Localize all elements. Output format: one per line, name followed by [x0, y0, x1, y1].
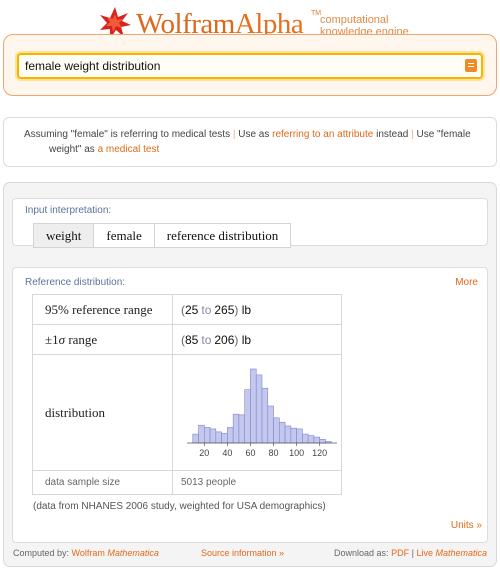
reference-distribution-pod: Reference distribution: More 95% referen… [12, 267, 488, 543]
label-suffix: range [65, 331, 98, 347]
source-information-link[interactable]: Source information » [201, 548, 284, 558]
reference-table: 95% reference range (25 to 265) lb ±1σ ran… [32, 294, 342, 495]
histogram-bar [204, 427, 211, 444]
histogram-bar [255, 374, 263, 444]
x-tick-label: 60 [245, 448, 255, 458]
x-tick-label: 20 [199, 448, 209, 458]
to-word: to [201, 302, 212, 317]
paren-close: ) [234, 332, 239, 347]
histogram-bar [284, 425, 292, 444]
range-high: 265 [214, 302, 235, 317]
histogram-bar [267, 405, 274, 444]
use-female-text: Use "female [416, 129, 471, 140]
interpretation-table: weight female reference distribution [33, 223, 292, 248]
row-value: (85 to 206) lb [172, 324, 342, 355]
computed-by: Computed by: Wolfram Mathematica [13, 548, 159, 558]
row-value: 5013 people [172, 470, 342, 495]
table-row: 95% reference range (25 to 265) lb [32, 294, 342, 325]
more-button[interactable]: More [455, 277, 478, 288]
assumption-line-1: Assuming "female" is referring to medica… [24, 129, 471, 140]
table-row: distribution 20 40 60 80 100 120 [32, 354, 342, 471]
download-as-label: Download as: [334, 548, 389, 558]
histogram-bar [238, 414, 245, 444]
separator: | [230, 129, 239, 140]
histogram-bar [313, 436, 320, 444]
histogram-bar [221, 433, 228, 444]
histogram-bar [302, 433, 309, 444]
histogram-bar [227, 427, 234, 444]
histogram-bar [215, 431, 222, 444]
paren-close: ) [234, 302, 239, 317]
histogram-bar [209, 428, 217, 444]
to-word: to [201, 332, 212, 347]
table-row: ±1σ range (85 to 206) lb [32, 324, 342, 355]
download-as: Download as: PDF | Live Mathematica [334, 548, 487, 558]
histogram-bar [198, 424, 205, 444]
histogram-bar [244, 389, 251, 444]
use-as-medical-test-link[interactable]: a medical test [98, 144, 160, 155]
histogram-bar [192, 433, 199, 444]
histogram-bar [319, 439, 326, 444]
row-label: data sample size [32, 470, 173, 495]
histogram-bar [261, 387, 269, 444]
label-prefix: ±1 [45, 331, 59, 347]
histogram-bar [273, 417, 280, 444]
interpretation-cell: female [93, 224, 154, 247]
tagline-line-1: computational [320, 14, 389, 26]
x-tick-label: 40 [222, 448, 232, 458]
use-as-text: Use as [238, 129, 273, 140]
units-button[interactable]: Units » [451, 520, 482, 531]
row-label: distribution [32, 354, 173, 471]
x-tick-label: 120 [312, 448, 327, 458]
download-pdf-link[interactable]: PDF [391, 548, 409, 558]
assumption-panel: Assuming "female" is referring to medica… [3, 117, 497, 167]
pod-title: Reference distribution: [25, 277, 126, 288]
results-container: Input interpretation: weight female refe… [3, 182, 497, 567]
assumption-line-2: weight" as a medical test [49, 144, 159, 155]
histogram-bar [232, 413, 240, 444]
search-menu-icon[interactable] [465, 59, 477, 72]
input-interpretation-pod: Input interpretation: weight female refe… [12, 198, 488, 248]
weight-as-text: weight" as [49, 144, 98, 155]
histogram-bar [250, 368, 257, 444]
range-high: 206 [214, 332, 235, 347]
histogram-bar [307, 435, 315, 444]
computed-by-label: Computed by: [13, 548, 70, 558]
search-area [3, 34, 497, 96]
row-label: ±1σ range [32, 324, 173, 355]
distribution-histogram: 20 40 60 80 100 120 [187, 368, 337, 458]
separator: | [411, 548, 414, 558]
interpretation-cell: weight [34, 224, 94, 247]
interpretation-cell: reference distribution [153, 224, 291, 247]
x-tick-label: 80 [269, 448, 279, 458]
x-tick-label: 100 [289, 448, 304, 458]
live-mathematica-link[interactable]: Live Mathematica [416, 548, 487, 558]
histogram-bar [279, 421, 286, 444]
histogram-bar [290, 427, 297, 444]
row-label: 95% reference range [32, 294, 173, 325]
separator: | [408, 129, 417, 140]
search-box[interactable] [17, 53, 483, 79]
histogram-cell: 20 40 60 80 100 120 [172, 354, 342, 471]
search-input[interactable] [25, 58, 455, 74]
histogram-bar [296, 428, 303, 444]
use-as-attribute-link[interactable]: referring to an attribute [272, 129, 373, 140]
range-low: 85 [185, 332, 199, 347]
data-source-note: (data from NHANES 2006 study, weighted f… [33, 501, 326, 512]
footer: Computed by: Wolfram Mathematica Source … [3, 544, 497, 564]
assumption-text: Assuming "female" is referring to medica… [24, 129, 231, 140]
unit: lb [241, 332, 252, 347]
range-low: 25 [185, 302, 199, 317]
unit: lb [241, 302, 252, 317]
table-row: data sample size 5013 people [32, 470, 342, 495]
pod-title: Input interpretation: [25, 205, 112, 216]
instead-text: instead [373, 129, 409, 140]
wolfram-mathematica-link[interactable]: Wolfram Mathematica [72, 548, 159, 558]
row-value: (25 to 265) lb [172, 294, 342, 325]
